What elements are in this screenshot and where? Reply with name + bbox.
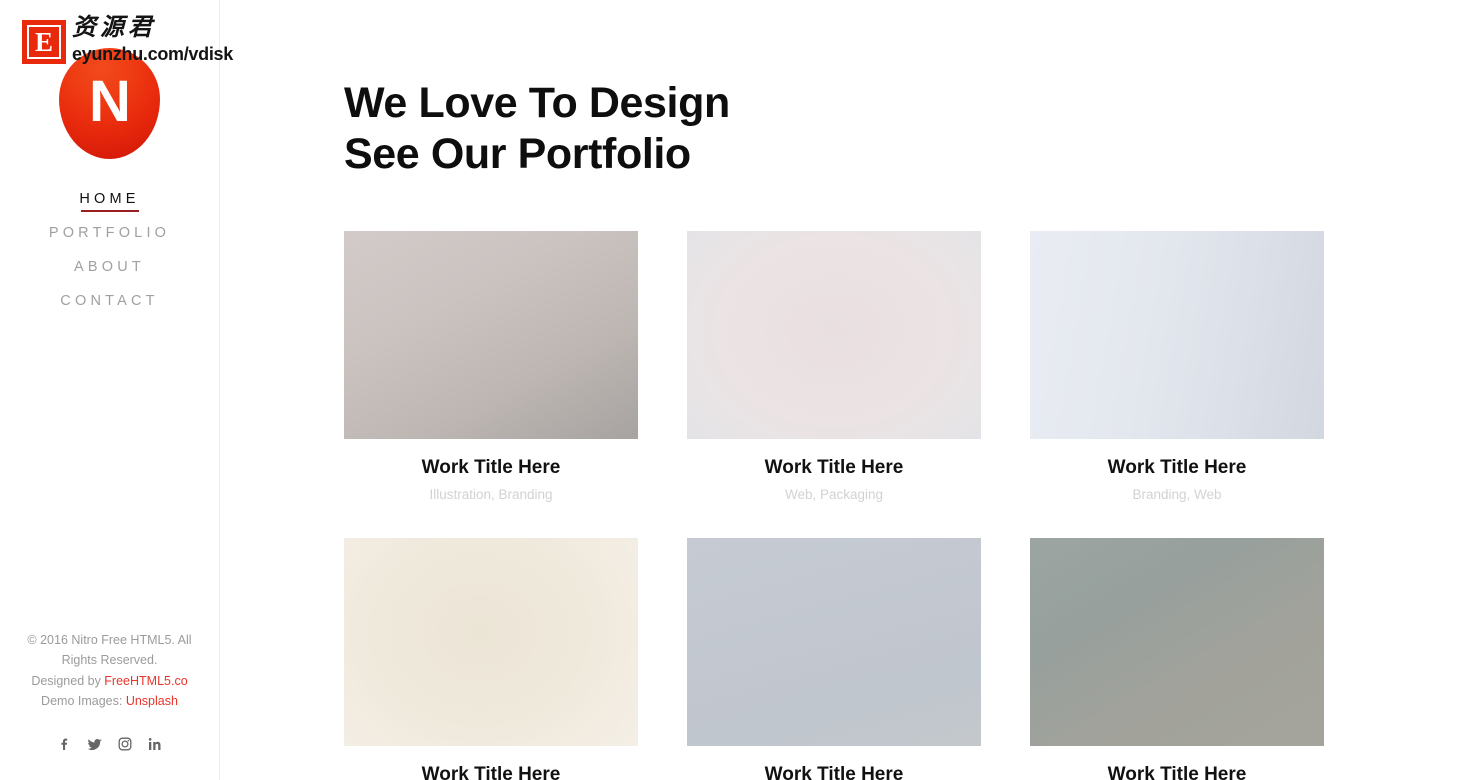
sidebar-item-label: ABOUT <box>74 259 145 275</box>
active-indicator <box>80 210 139 212</box>
portfolio-card[interactable]: Work Title Here Web, Packaging <box>687 231 981 502</box>
portfolio-card-tags: Branding, Web <box>1132 487 1222 503</box>
portfolio-grid: Work Title Here Illustration, Branding W… <box>344 231 1325 780</box>
portfolio-card-title: Work Title Here <box>764 764 904 780</box>
portfolio-card-tags: Illustration, Branding <box>429 487 553 503</box>
logo-letter: N <box>89 68 131 134</box>
instagram-icon[interactable] <box>117 736 133 752</box>
twitter-icon[interactable] <box>87 736 103 752</box>
freehtml5-link[interactable]: FreeHTML5.co <box>104 674 187 688</box>
portfolio-card-title: Work Title Here <box>421 764 561 780</box>
portfolio-thumbnail[interactable] <box>344 538 638 747</box>
portfolio-card-title: Work Title Here <box>1107 457 1247 479</box>
portfolio-card[interactable]: Work Title Here Branding, Web <box>1030 231 1324 502</box>
page-title-line-2: See Our Portfolio <box>344 129 691 178</box>
sidebar-item-label: PORTFOLIO <box>48 225 171 241</box>
portfolio-card-title: Work Title Here <box>764 457 904 479</box>
portfolio-card-title: Work Title Here <box>421 457 561 479</box>
copyright-text: © 2016 Nitro Free HTML5. All Rights Rese… <box>27 632 192 668</box>
page-title-line-1: We Love To Design <box>344 79 730 127</box>
sidebar-item-portfolio[interactable]: PORTFOLIO <box>0 216 219 250</box>
portfolio-thumbnail[interactable] <box>1030 231 1324 440</box>
portfolio-card-title: Work Title Here <box>1107 764 1247 780</box>
main-content: We Love To Design See Our Portfolio Work… <box>220 0 1470 780</box>
demo-images-prefix: Demo Images: <box>41 694 126 709</box>
sidebar: N E 资源君 eyunzhu.com/vdisk HOME PORTFOLIO… <box>0 0 233 780</box>
linkedin-icon[interactable] <box>147 736 163 752</box>
portfolio-thumbnail[interactable] <box>1030 538 1324 747</box>
sidebar-item-home[interactable]: HOME <box>0 182 219 216</box>
site-logo[interactable]: N <box>0 8 219 163</box>
portfolio-card[interactable]: Work Title Here Illustration, Branding <box>344 231 638 502</box>
facebook-icon[interactable] <box>57 736 73 752</box>
page-title: We Love To Design See Our Portfolio <box>344 78 1470 179</box>
portfolio-thumbnail[interactable] <box>687 231 981 440</box>
demo-images-line: Demo Images: Unsplash <box>10 691 209 712</box>
sidebar-item-label: CONTACT <box>60 293 159 309</box>
portfolio-card[interactable]: Work Title Here <box>1030 538 1324 780</box>
portfolio-thumbnail[interactable] <box>687 538 981 747</box>
portfolio-card-tags: Web, Packaging <box>784 487 884 503</box>
social-links <box>10 736 209 752</box>
portfolio-card[interactable]: Work Title Here <box>344 538 638 780</box>
portfolio-thumbnail[interactable] <box>344 231 638 440</box>
sidebar-nav: HOME PORTFOLIO ABOUT CONTACT <box>0 182 219 318</box>
sidebar-item-label: HOME <box>79 191 140 207</box>
sidebar-item-about[interactable]: ABOUT <box>0 250 219 284</box>
portfolio-card[interactable]: Work Title Here <box>687 538 981 780</box>
sidebar-item-contact[interactable]: CONTACT <box>0 284 219 318</box>
designed-by-line: Designed by FreeHTML5.co <box>10 671 209 692</box>
unsplash-link[interactable]: Unsplash <box>126 694 178 708</box>
sidebar-footer: © 2016 Nitro Free HTML5. All Rights Rese… <box>0 630 219 753</box>
app-root: N E 资源君 eyunzhu.com/vdisk HOME PORTFOLIO… <box>0 0 1470 780</box>
designed-by-prefix: Designed by <box>31 673 105 688</box>
